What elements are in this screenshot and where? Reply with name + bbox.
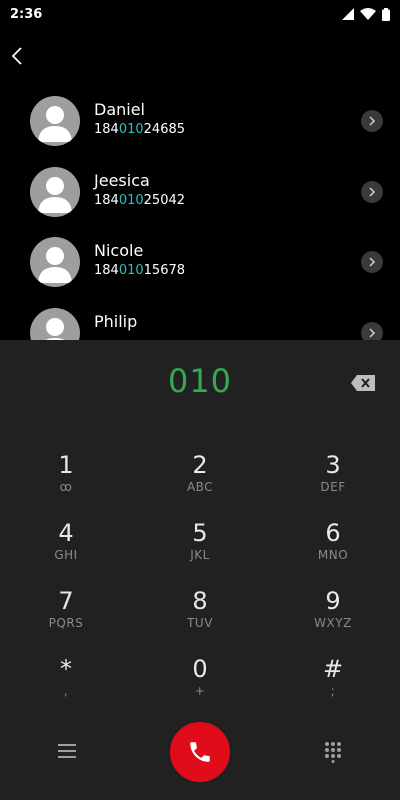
backspace-icon — [351, 375, 375, 391]
battery-icon — [382, 7, 390, 21]
voicemail-icon: ꝏ — [59, 480, 73, 494]
contact-row-jeesica[interactable]: Jeesica 18401025042 — [0, 157, 400, 228]
back-button[interactable] — [4, 42, 30, 70]
contact-number: 18401025042 — [94, 192, 186, 208]
dial-key-6[interactable]: 6 MNO — [288, 518, 378, 580]
avatar — [30, 166, 80, 217]
wifi-icon — [360, 8, 376, 20]
call-button[interactable] — [170, 722, 230, 782]
dial-key-4[interactable]: 4 GHI — [21, 518, 111, 580]
dial-key-star[interactable]: * , — [21, 654, 111, 716]
contact-details-button[interactable] — [361, 110, 383, 132]
dial-key-8[interactable]: 8 TUV — [155, 586, 245, 648]
dial-key-0[interactable]: 0 + — [155, 654, 245, 716]
cell-signal-icon — [342, 8, 354, 20]
chevron-right-icon — [369, 328, 376, 338]
contact-details-button[interactable] — [361, 321, 383, 340]
chevron-right-icon — [369, 116, 376, 126]
contact-name: Nicole — [94, 241, 144, 261]
contact-row-nicole[interactable]: Nicole 18401015678 — [0, 227, 400, 298]
chevron-left-icon — [11, 47, 22, 65]
avatar — [30, 96, 80, 146]
contact-number: 18401015678 — [94, 263, 186, 279]
contact-name: Daniel — [94, 100, 145, 119]
dial-key-1[interactable]: 1 ꝏ — [21, 450, 111, 512]
dialpad-icon — [325, 742, 341, 763]
number-match-highlight: 010 — [118, 122, 144, 137]
avatar — [30, 237, 80, 288]
contact-name: Philip — [94, 311, 138, 331]
contact-row-daniel[interactable]: Daniel 18401024685 — [0, 86, 400, 157]
contact-details-button[interactable] — [361, 180, 383, 203]
backspace-button[interactable] — [350, 374, 376, 392]
contact-details-button[interactable] — [361, 251, 383, 274]
chevron-right-icon — [369, 257, 376, 267]
status-time: 2:36 — [10, 6, 43, 22]
dial-key-3[interactable]: 3 DEF — [288, 450, 378, 512]
menu-icon — [58, 744, 76, 758]
contact-list: Daniel 18401024685 Jeesica 18401025042 N… — [0, 86, 400, 340]
phone-icon — [190, 742, 210, 762]
dial-key-2[interactable]: 2 ABC — [155, 450, 245, 512]
contact-name: Jeesica — [94, 170, 150, 190]
contact-number: 18401024685 — [94, 122, 186, 137]
keypad-toggle-button[interactable] — [320, 739, 346, 765]
dial-key-9[interactable]: 9 WXYZ — [288, 586, 378, 648]
status-bar: 2:36 — [0, 0, 400, 28]
chevron-right-icon — [369, 187, 376, 197]
dial-key-7[interactable]: 7 PQRS — [21, 586, 111, 648]
dialpad: 010 1 ꝏ 2 ABC 3 DEF 4 GHI 5 JKL 6 MNO 7 … — [0, 340, 400, 800]
status-icons — [342, 7, 390, 21]
menu-button[interactable] — [54, 740, 80, 762]
number-match-highlight: 010 — [118, 263, 144, 279]
dial-key-hash[interactable]: # ; — [288, 654, 378, 716]
contact-row-philip[interactable]: Philip — [0, 298, 400, 340]
dial-key-5[interactable]: 5 JKL — [155, 518, 245, 580]
dialed-number[interactable]: 010 — [0, 362, 400, 400]
avatar — [30, 307, 80, 340]
number-match-highlight: 010 — [118, 192, 144, 208]
